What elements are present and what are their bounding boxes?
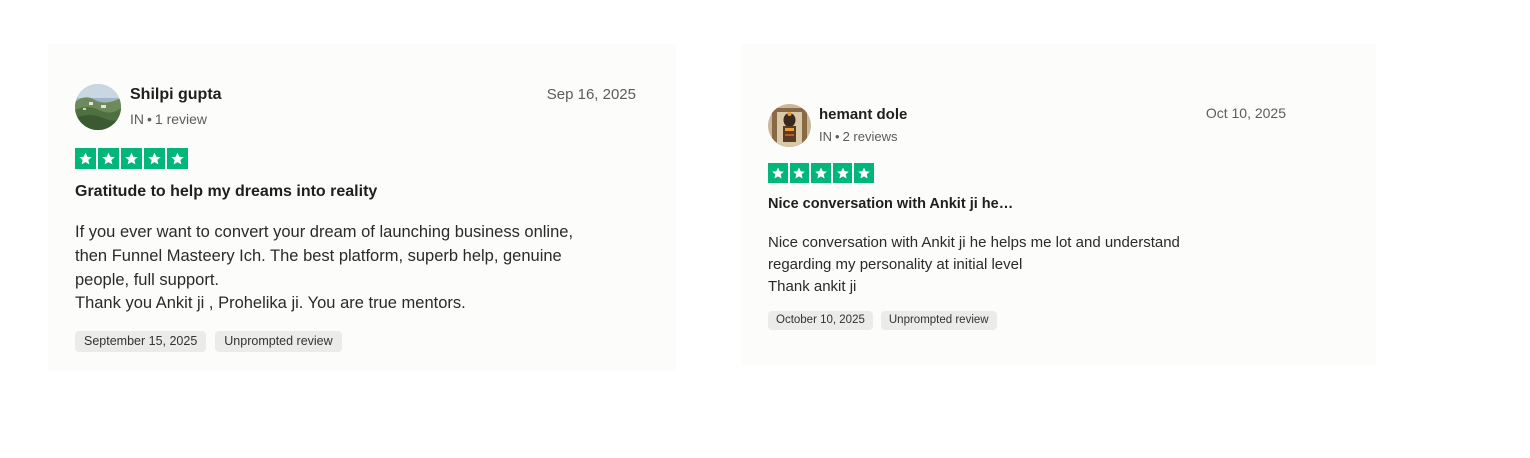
star-icon — [98, 148, 119, 169]
review-date: Oct 10, 2025 — [1205, 105, 1286, 121]
star-icon — [75, 148, 96, 169]
review-body-line: Thank you Ankit ji , Prohelika ji. You a… — [75, 294, 466, 313]
review-body-line: Nice conversation with Ankit ji he helps… — [768, 234, 1180, 251]
reviewer-name[interactable]: hemant dole — [819, 106, 907, 123]
star-icon — [121, 148, 142, 169]
review-title[interactable]: Gratitude to help my dreams into reality — [75, 183, 377, 201]
landscape-photo-icon — [75, 84, 121, 130]
deity-photo-icon — [768, 104, 811, 147]
star-icon — [768, 163, 788, 183]
review-type-badge[interactable]: Unprompted review — [215, 331, 342, 352]
star-icon — [144, 148, 165, 169]
star-icon — [167, 148, 188, 169]
reviewer-meta: IN • 1 review — [130, 111, 207, 127]
reviewer-review-count[interactable]: 2 reviews — [843, 129, 898, 144]
experience-date-badge: October 10, 2025 — [768, 311, 873, 330]
review-type-badge[interactable]: Unprompted review — [880, 311, 997, 330]
review-card: Shilpi gupta IN • 1 review Sep 16, 2025 Gr… — [48, 44, 676, 370]
reviewer-name[interactable]: Shilpi gupta — [130, 86, 222, 104]
star-icon — [811, 163, 831, 183]
review-body: Nice conversation with Ankit ji he helps… — [768, 232, 1180, 298]
review-body-line: people, full support. — [75, 270, 220, 289]
reviewer-avatar[interactable] — [768, 104, 811, 147]
review-date: Sep 16, 2025 — [546, 86, 636, 103]
separator-dot: • — [835, 129, 840, 144]
star-icon — [854, 163, 874, 183]
star-icon — [789, 163, 810, 183]
review-card: hemant dole IN • 2 reviews Oct 10, 2025 Ni… — [742, 44, 1376, 366]
review-tags: September 15, 2025 Unprompted review — [75, 331, 342, 352]
reviewer-meta: IN • 2 reviews — [819, 129, 897, 144]
reviewer-review-count[interactable]: 1 review — [155, 111, 207, 127]
review-body-line: regarding my personality at initial leve… — [768, 256, 1023, 273]
separator-dot: • — [147, 111, 152, 127]
review-body-line: Thank ankit ji — [768, 278, 857, 295]
review-body-line: If you ever want to convert your dream o… — [75, 223, 574, 241]
review-title[interactable]: Nice conversation with Ankit ji he… — [768, 196, 1013, 212]
star-rating — [768, 163, 874, 183]
review-body: If you ever want to convert your dream o… — [75, 221, 573, 316]
review-body-line: then Funnel Masteery Ich. The best platf… — [75, 246, 562, 265]
reviewer-country: IN — [819, 129, 832, 144]
star-icon — [832, 163, 853, 183]
experience-date-badge: September 15, 2025 — [75, 331, 207, 352]
reviewer-avatar[interactable] — [75, 84, 121, 130]
reviewer-country: IN — [130, 111, 144, 127]
star-rating — [75, 148, 188, 169]
review-tags: October 10, 2025 Unprompted review — [768, 311, 997, 330]
